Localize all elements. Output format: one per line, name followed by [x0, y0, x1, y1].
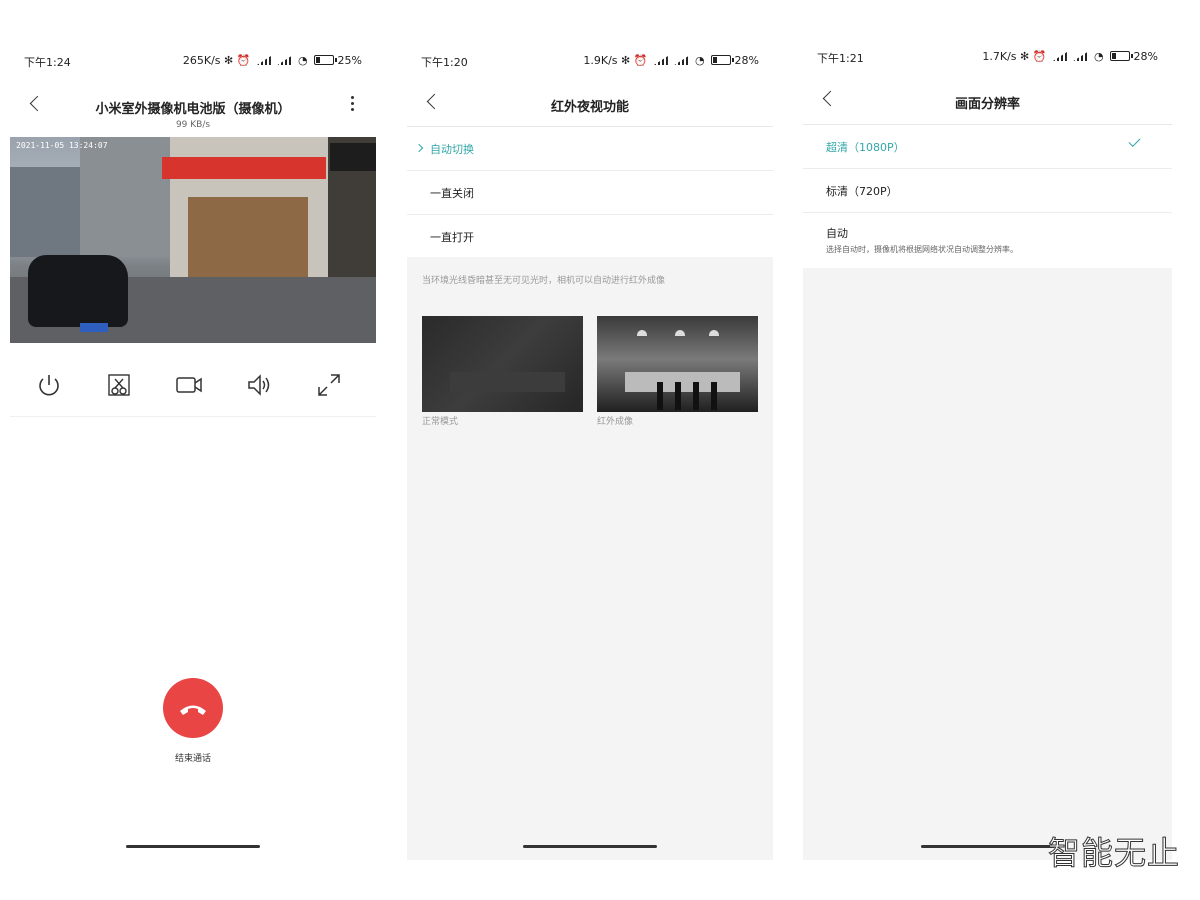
info-panel: 当环境光线昏暗甚至无可见光时，相机可以自动进行红外成像 正常模式 红外成像 — [407, 257, 773, 860]
option-label: 一直打开 — [430, 231, 474, 244]
record-icon[interactable] — [174, 370, 204, 400]
ir-note: 当环境光线昏暗甚至无可见光时，相机可以自动进行红外成像 — [422, 276, 666, 286]
header: 红外夜视功能 — [407, 90, 773, 124]
status-bar: 下午1:24 265K/s ✻ ⏰ ◔ 25% — [10, 50, 376, 72]
ir-option-list: 自动切换 一直关闭 一直打开 — [407, 127, 773, 259]
resolution-option-list: 超清（1080P） 标清（720P） 自动 选择自动时，摄像机将根据网络状况自动… — [803, 125, 1172, 269]
option-auto-switch[interactable]: 自动切换 — [407, 127, 773, 171]
option-label: 一直关闭 — [430, 187, 474, 200]
page-title: 小米室外摄像机电池版（摄像机） — [95, 102, 291, 117]
divider — [10, 416, 376, 417]
header: 画面分辨率 — [803, 87, 1172, 121]
ir-mode-caption: 红外成像 — [597, 417, 634, 427]
camera-live-screen: 下午1:24 265K/s ✻ ⏰ ◔ 25% 小米室外摄像机电池版（摄像机） … — [10, 40, 376, 860]
power-icon[interactable] — [34, 370, 64, 400]
battery-level: 25% — [337, 54, 362, 67]
status-time: 下午1:21 — [817, 52, 864, 65]
network-speed: 1.9K/s ✻ ⏰ — [583, 54, 648, 67]
volume-icon[interactable] — [244, 370, 274, 400]
option-720p[interactable]: 标清（720P） — [803, 169, 1172, 213]
home-indicator[interactable] — [523, 845, 657, 848]
wifi-icon: ◔ — [694, 54, 705, 67]
page-title: 画面分辨率 — [954, 97, 1020, 112]
option-label: 标清（720P） — [826, 185, 898, 198]
normal-mode-image — [422, 316, 583, 412]
camera-feed[interactable]: 2021-11-05 13:24:07 — [10, 137, 376, 343]
more-icon[interactable] — [351, 96, 354, 114]
status-right: 1.7K/s ✻ ⏰ ◔ 28% — [982, 50, 1158, 63]
option-auto[interactable]: 自动 选择自动时，摄像机将根据网络状况自动调整分辨率。 — [803, 213, 1172, 269]
fullscreen-icon[interactable] — [314, 370, 344, 400]
wifi-icon: ◔ — [297, 54, 308, 67]
home-indicator[interactable] — [126, 845, 260, 848]
option-1080p[interactable]: 超清（1080P） — [803, 125, 1172, 169]
resolution-screen: 下午1:21 1.7K/s ✻ ⏰ ◔ 28% 画面分辨率 超清（1080P） … — [803, 40, 1172, 860]
home-indicator[interactable] — [920, 845, 1055, 848]
phone-hangup-icon — [180, 705, 206, 715]
hangup-label: 结束通话 — [174, 754, 211, 764]
status-bar: 下午1:21 1.7K/s ✻ ⏰ ◔ 28% — [803, 46, 1172, 68]
normal-mode-caption: 正常模式 — [422, 417, 459, 427]
empty-panel — [803, 268, 1172, 860]
signal-icon — [653, 56, 668, 65]
option-label: 自动切换 — [430, 143, 474, 156]
status-bar: 下午1:20 1.9K/s ✻ ⏰ ◔ 28% — [407, 50, 773, 72]
header: 小米室外摄像机电池版（摄像机） 99 KB/s — [10, 92, 376, 130]
car — [28, 255, 128, 327]
option-always-on[interactable]: 一直打开 — [407, 215, 773, 259]
battery-level: 28% — [734, 54, 759, 67]
signal-icon-2 — [674, 56, 689, 65]
ir-mode-image — [597, 316, 758, 412]
option-description: 选择自动时，摄像机将根据网络状况自动调整分辨率。 — [826, 245, 1018, 254]
page-title: 红外夜视功能 — [550, 100, 629, 115]
screenshot-icon[interactable] — [104, 370, 134, 400]
wifi-icon: ◔ — [1093, 50, 1104, 63]
shop-sign — [162, 157, 326, 179]
option-always-off[interactable]: 一直关闭 — [407, 171, 773, 215]
status-right: 265K/s ✻ ⏰ ◔ 25% — [183, 54, 362, 67]
status-time: 下午1:24 — [24, 56, 71, 69]
watermark: 智能无止 — [1047, 834, 1180, 873]
video-timestamp: 2021-11-05 13:24:07 — [16, 141, 108, 150]
battery-icon — [314, 55, 338, 65]
signal-icon — [256, 56, 271, 65]
signal-icon — [1052, 52, 1067, 61]
status-time: 下午1:20 — [421, 56, 468, 69]
ir-night-vision-screen: 下午1:20 1.9K/s ✻ ⏰ ◔ 28% 红外夜视功能 自动切换 一直关闭… — [407, 40, 773, 860]
option-label: 超清（1080P） — [826, 141, 905, 154]
network-speed: 265K/s ✻ ⏰ — [182, 54, 251, 67]
status-right: 1.9K/s ✻ ⏰ ◔ 28% — [583, 54, 759, 67]
control-bar — [10, 370, 376, 420]
stream-speed: 99 KB/s — [175, 120, 211, 130]
option-label: 自动 — [826, 227, 848, 240]
battery-level: 28% — [1133, 50, 1158, 63]
hangup-button[interactable] — [163, 678, 223, 738]
battery-icon — [711, 55, 735, 65]
checkmark-icon — [1128, 134, 1141, 148]
network-speed: 1.7K/s ✻ ⏰ — [982, 50, 1047, 63]
battery-icon — [1110, 51, 1134, 61]
signal-icon-2 — [277, 56, 292, 65]
signal-icon-2 — [1073, 52, 1088, 61]
